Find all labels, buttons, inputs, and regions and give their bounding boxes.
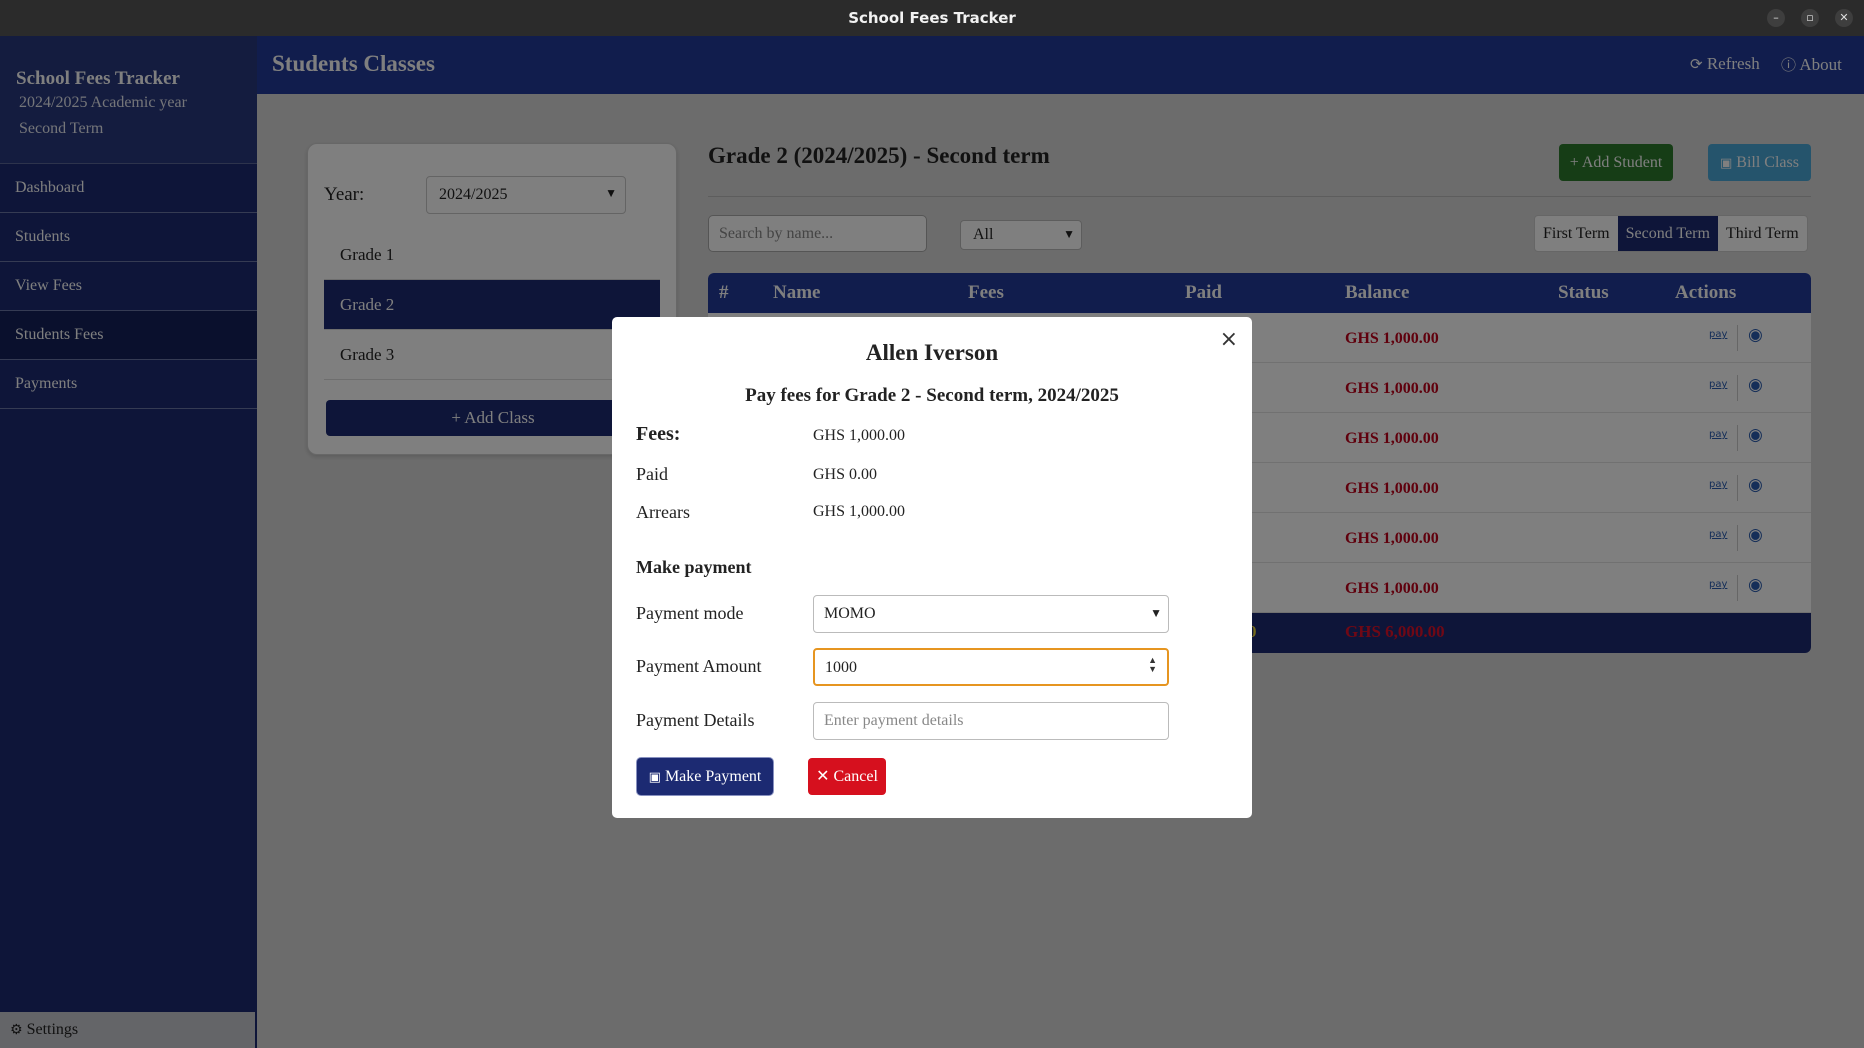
- payment-modal: × Allen Iverson Pay fees for Grade 2 - S…: [612, 317, 1252, 818]
- payment-details-label: Payment Details: [636, 710, 755, 730]
- student-name: Allen Iverson: [865, 340, 999, 365]
- window-titlebar: School Fees Tracker – ▫ ✕: [0, 0, 1864, 36]
- cancel-button[interactable]: ✕ Cancel: [808, 758, 886, 795]
- close-window-icon[interactable]: ✕: [1835, 9, 1853, 27]
- paid-label: Paid: [636, 464, 669, 484]
- payment-mode-select[interactable]: MOMO ▼: [813, 595, 1169, 633]
- chevron-down-icon: ▼: [1150, 606, 1162, 620]
- money-icon: ▣: [648, 770, 661, 785]
- arrears-value: GHS 1,000.00: [813, 503, 906, 520]
- payment-mode-label: Payment mode: [636, 603, 744, 623]
- payment-amount-value: 1000: [825, 659, 857, 676]
- modal-subtitle: Pay fees for Grade 2 - Second term, 2024…: [745, 385, 1119, 406]
- paid-value: GHS 0.00: [813, 466, 878, 483]
- maximize-icon[interactable]: ▫: [1801, 9, 1819, 27]
- fees-label: Fees:: [636, 423, 681, 445]
- payment-details-input[interactable]: Enter payment details: [813, 702, 1169, 740]
- make-payment-heading: Make payment: [636, 557, 752, 577]
- payment-amount-input[interactable]: 1000 ▲ ▼: [813, 648, 1169, 686]
- cancel-label: Cancel: [833, 768, 878, 785]
- window-title: School Fees Tracker: [848, 9, 1016, 27]
- payment-mode-value: MOMO: [824, 605, 876, 622]
- make-payment-label: Make Payment: [664, 768, 762, 785]
- arrears-label: Arrears: [636, 502, 690, 522]
- fees-value: GHS 1,000.00: [813, 427, 906, 444]
- x-icon: ✕: [816, 768, 830, 785]
- payment-amount-label: Payment Amount: [636, 656, 762, 676]
- stepper-icon[interactable]: ▲ ▼: [1148, 656, 1157, 674]
- minimize-icon[interactable]: –: [1767, 9, 1785, 27]
- make-payment-button[interactable]: ▣ Make Payment: [637, 758, 773, 795]
